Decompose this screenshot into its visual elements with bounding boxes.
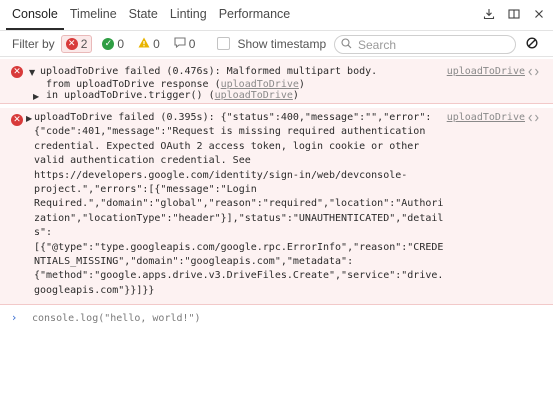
tab-console[interactable]: Console: [6, 0, 64, 30]
search-icon: [341, 37, 352, 52]
paren-close: ): [298, 79, 305, 90]
collapsed-arrow-icon[interactable]: ▶: [26, 114, 32, 123]
paren-close: ): [292, 90, 299, 101]
response-link[interactable]: uploadToDrive: [221, 79, 299, 90]
stack-line: from uploadToDrive response (uploadToDri…: [46, 79, 305, 90]
message-line: https://developers.google.com/identity/s…: [34, 170, 408, 181]
clear-console-icon[interactable]: [526, 37, 538, 49]
message-line: {"code":401,"message":"Request is missin…: [34, 126, 426, 137]
message-line: s":: [34, 227, 53, 238]
warning-filter-toggle[interactable]: 0: [134, 35, 164, 53]
stack-line: in uploadToDrive.trigger() (uploadToDriv…: [46, 90, 299, 101]
search-input[interactable]: [358, 37, 508, 52]
message-line: {"method":"google.apps.drive.v3.DriveFil…: [34, 270, 444, 281]
console-error-message: ✕ ▶ uploadToDrive failed (0.395s): {"sta…: [0, 108, 553, 305]
tab-performance[interactable]: Performance: [213, 0, 297, 30]
tab-linting[interactable]: Linting: [164, 0, 213, 30]
show-timestamp-checkbox[interactable]: [217, 37, 231, 50]
message-count: 0: [188, 36, 196, 51]
trigger-link[interactable]: uploadToDrive: [215, 90, 293, 101]
message-text: uploadToDrive failed (0.476s): Malformed…: [40, 66, 378, 77]
console-error-message: ✕ ▼ uploadToDrive failed (0.476s): Malfo…: [0, 59, 553, 104]
expanded-arrow-icon[interactable]: ▼: [29, 68, 35, 77]
success-filter-toggle[interactable]: ✓ 0: [98, 35, 128, 53]
download-icon[interactable]: [483, 7, 495, 21]
message-line: googleapis.com"}}]}}: [34, 285, 155, 296]
search-box[interactable]: [334, 35, 516, 54]
message-line: credential. Expected OAuth 2 access toke…: [34, 141, 420, 152]
message-line: Required.","domain":"global","reason":"r…: [34, 198, 444, 209]
source-code-icon[interactable]: [528, 67, 539, 77]
split-panel-icon[interactable]: [508, 7, 520, 21]
message-line: uploadToDrive failed (0.395s): {"status"…: [34, 112, 432, 123]
panel-tab-bar: Console Timeline State Linting Performan…: [0, 0, 553, 31]
console-prompt[interactable]: › console.log("hello, world!"): [0, 308, 553, 328]
check-circle-icon: ✓: [102, 37, 115, 50]
stack-text: in uploadToDrive.trigger(): [46, 90, 203, 101]
warning-icon: [138, 37, 150, 51]
tab-timeline[interactable]: Timeline: [64, 0, 123, 30]
error-icon: ✕: [11, 66, 23, 78]
message-line: zation","locationType":"header"}],"statu…: [34, 213, 444, 224]
source-link[interactable]: uploadToDrive: [447, 112, 525, 123]
success-count: 0: [117, 36, 125, 51]
tab-state[interactable]: State: [123, 0, 164, 30]
error-filter-toggle[interactable]: ✕ 2: [60, 34, 93, 53]
message-line: project.","errors":[{"message":"Login: [34, 184, 257, 195]
message-icon: [174, 36, 186, 51]
prompt-input[interactable]: console.log("hello, world!"): [32, 313, 201, 324]
message-filter-toggle[interactable]: 0: [170, 35, 200, 53]
close-icon[interactable]: [533, 7, 545, 21]
warning-count: 0: [153, 36, 160, 51]
prompt-chevron-icon: ›: [12, 311, 17, 324]
message-line: [{"@type":"type.googleapis.com/google.rp…: [34, 242, 444, 253]
stack-text: from uploadToDrive response: [46, 79, 209, 90]
error-icon: ✕: [65, 37, 78, 50]
filter-label: Filter by: [12, 36, 55, 51]
message-line: NTIALS_MISSING","domain":"googleapis.com…: [34, 256, 354, 267]
show-timestamp-label: Show timestamp: [237, 36, 327, 51]
message-line: valid authentication credential. See: [34, 155, 251, 166]
error-icon: ✕: [11, 114, 23, 126]
source-code-icon[interactable]: [528, 113, 539, 123]
source-link[interactable]: uploadToDrive: [447, 66, 525, 77]
collapsed-arrow-icon[interactable]: ▶: [33, 92, 39, 101]
error-count: 2: [80, 36, 88, 51]
filter-bar: Filter by ✕ 2 ✓ 0 0 0 Show timestamp: [0, 31, 553, 57]
